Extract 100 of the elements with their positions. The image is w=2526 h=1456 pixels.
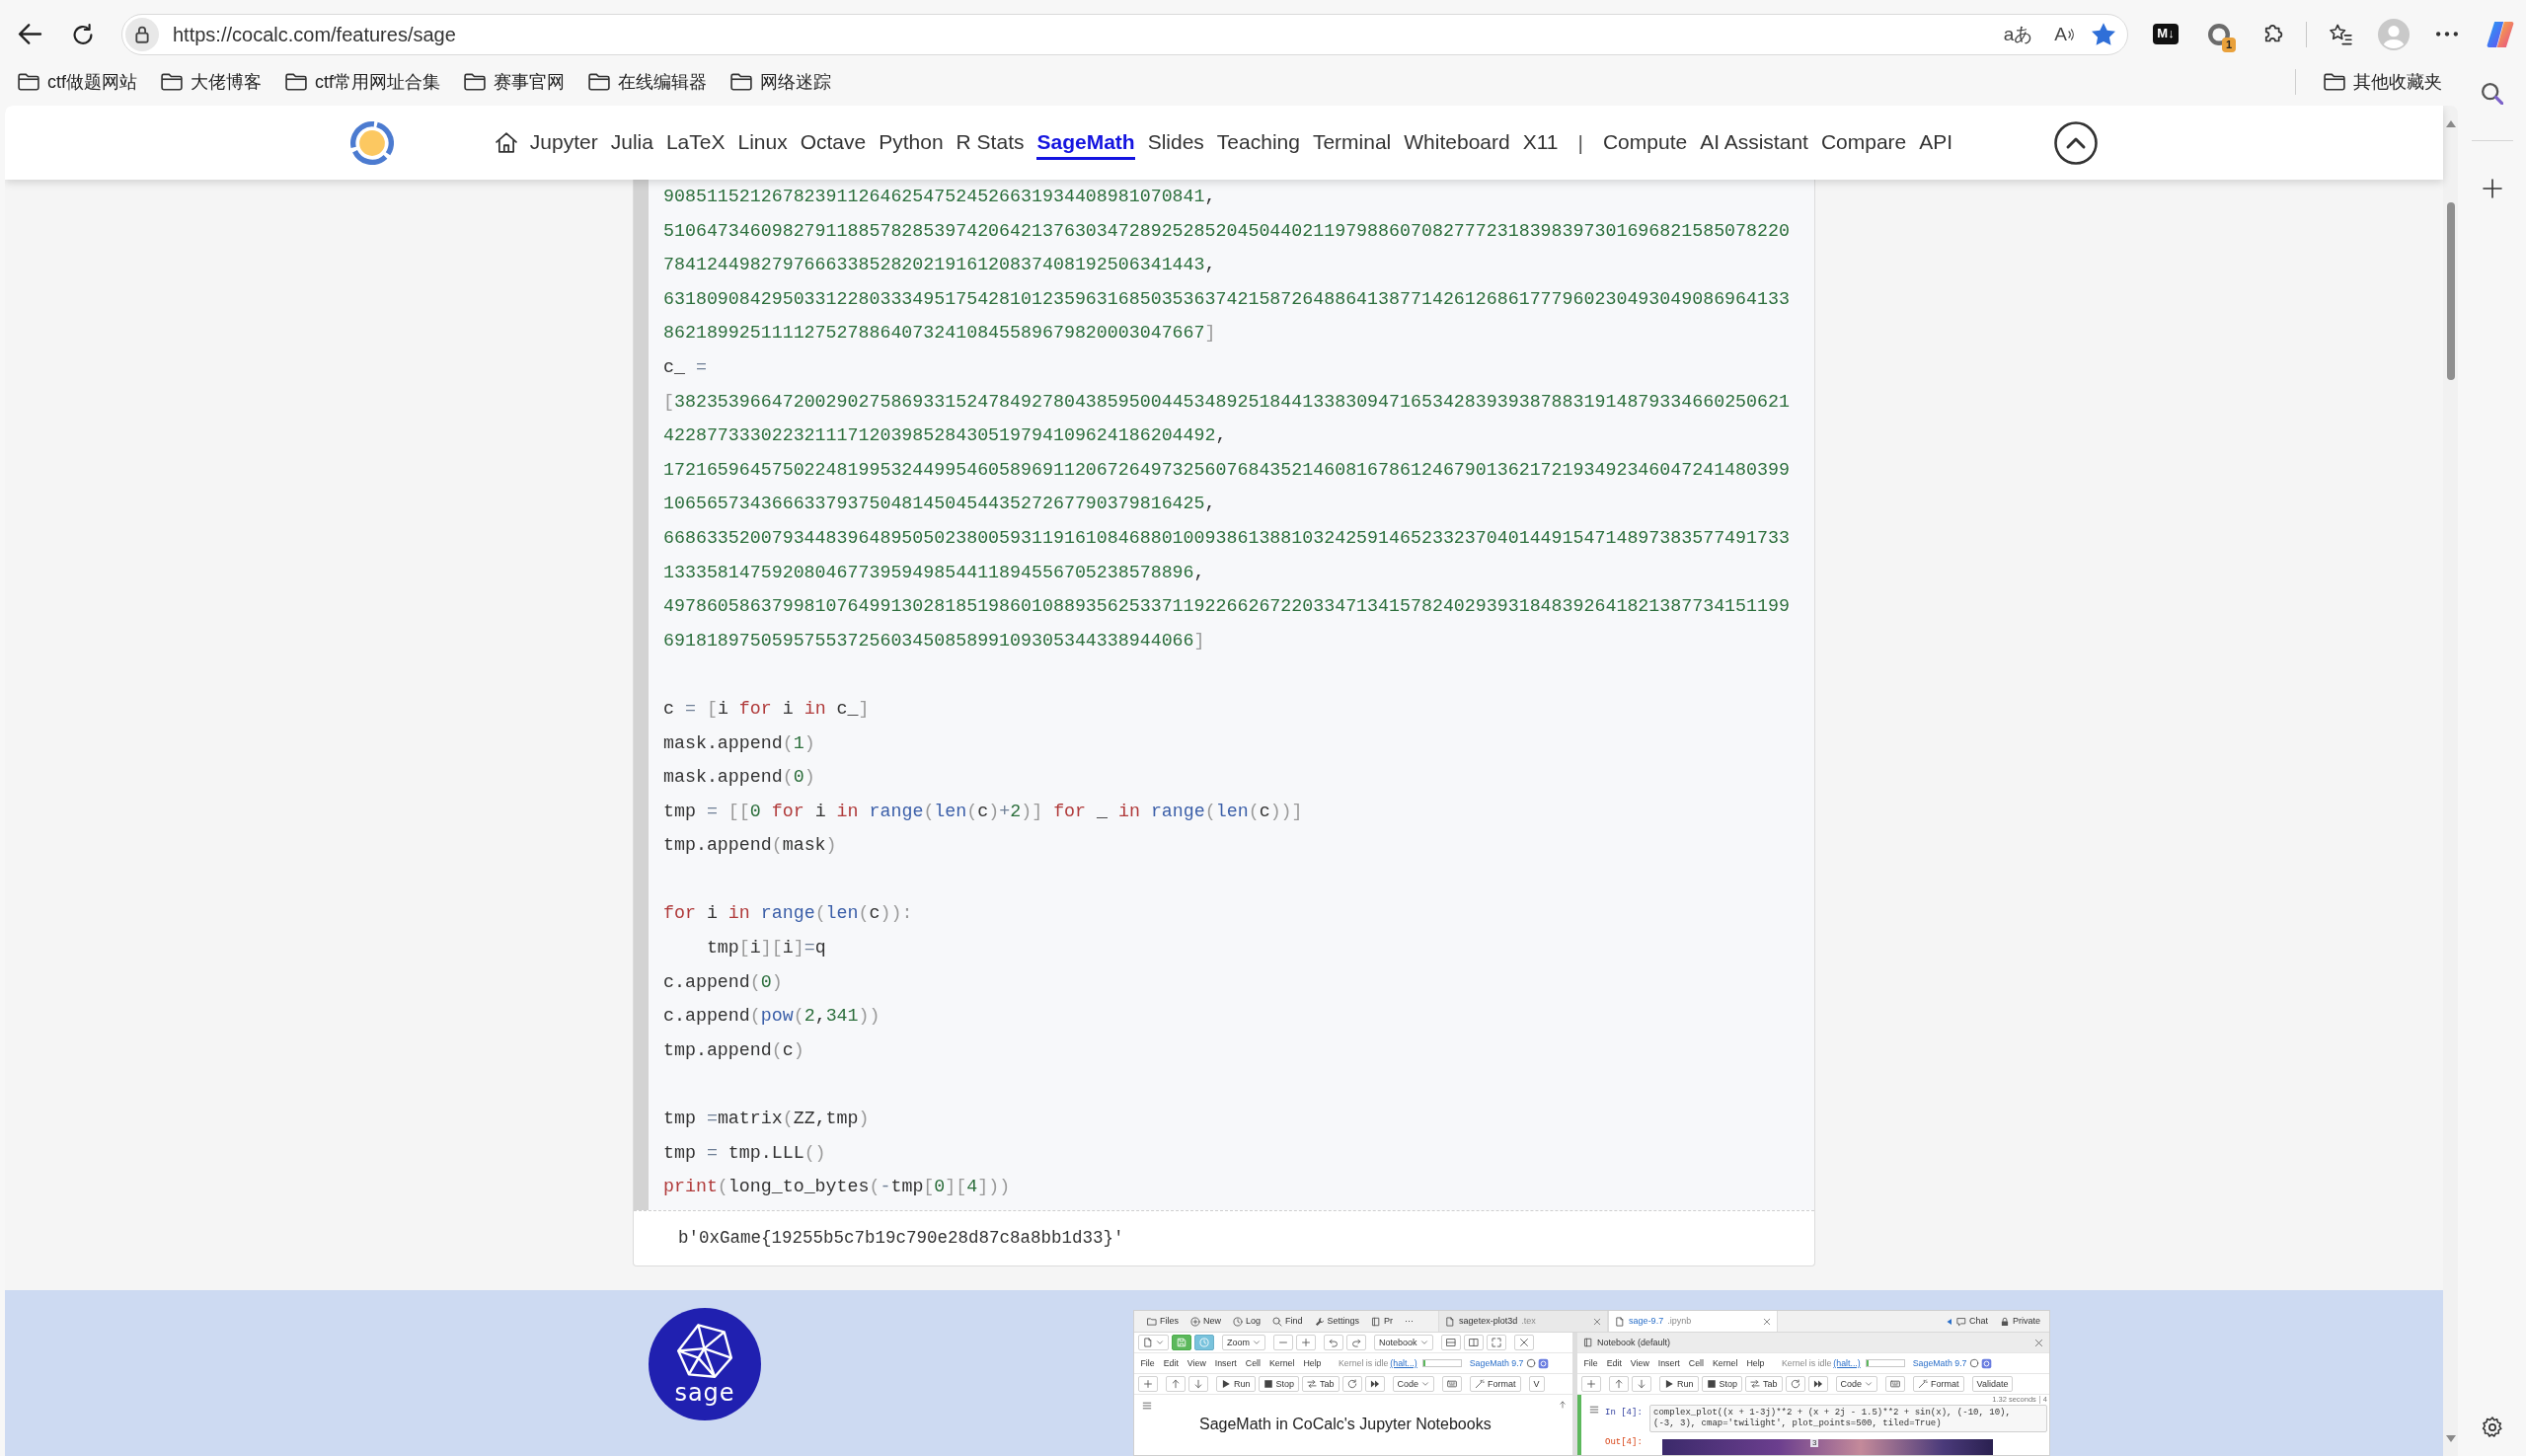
menu-item[interactable]: Help — [1742, 1358, 1768, 1368]
cell-type-button[interactable]: Code — [1835, 1376, 1878, 1392]
extension-button[interactable]: M↓ — [2153, 24, 2179, 44]
overflow-button[interactable]: ··· — [1400, 1313, 1419, 1330]
home-icon[interactable] — [495, 132, 517, 153]
bookmark-folder[interactable]: 网络迷踪 — [727, 65, 836, 99]
split-h-button[interactable] — [1440, 1335, 1461, 1350]
menu-item[interactable]: File — [1137, 1358, 1159, 1368]
new-button[interactable]: New — [1186, 1313, 1227, 1330]
view-button[interactable]: Notebook — [1374, 1335, 1433, 1350]
menu-item[interactable]: File — [1580, 1358, 1602, 1368]
site-logo[interactable] — [349, 120, 394, 165]
menu-item[interactable]: Edit — [1160, 1358, 1183, 1368]
move-down-button[interactable] — [1188, 1376, 1208, 1392]
nav-link[interactable]: Compare — [1820, 125, 1907, 160]
tab-button[interactable]: Tab — [1302, 1376, 1340, 1392]
move-up-button[interactable] — [1609, 1376, 1629, 1392]
nav-link[interactable]: Compute — [1602, 125, 1688, 160]
stop-button[interactable]: Stop — [1258, 1376, 1300, 1392]
halt-link[interactable]: (halt...) — [1833, 1358, 1861, 1368]
format-button[interactable]: Format — [1470, 1376, 1521, 1392]
zoom-in-button[interactable] — [1296, 1335, 1316, 1350]
chat-button[interactable]: Chat — [1940, 1313, 1993, 1330]
star-icon[interactable] — [2092, 23, 2115, 45]
run-all-button[interactable] — [1807, 1376, 1828, 1392]
project-button[interactable]: Pr — [1366, 1313, 1399, 1330]
search-icon[interactable] — [2481, 83, 2503, 105]
split-v-button[interactable] — [1463, 1335, 1484, 1350]
read-aloud-button[interactable]: A — [2050, 18, 2078, 50]
keyboard-button[interactable] — [1885, 1376, 1906, 1392]
nav-link[interactable]: Python — [879, 125, 944, 160]
validate-button[interactable]: V — [1528, 1376, 1545, 1392]
run-all-button[interactable] — [1364, 1376, 1385, 1392]
scrollbar-thumb[interactable] — [2446, 202, 2455, 380]
menu-item[interactable]: Insert — [1211, 1358, 1241, 1368]
nav-link[interactable]: LaTeX — [665, 125, 726, 160]
format-button[interactable]: Format — [1913, 1376, 1964, 1392]
nav-link[interactable]: Octave — [800, 125, 867, 160]
find-button[interactable]: Find — [1267, 1313, 1308, 1330]
settings-icon[interactable] — [2481, 1417, 2503, 1438]
back-icon[interactable] — [18, 24, 42, 44]
zoom-button[interactable]: Zoom — [1222, 1335, 1265, 1350]
file-tab[interactable]: sagetex-plot3d .tex — [1438, 1311, 1609, 1332]
menu-item[interactable]: Insert — [1654, 1358, 1684, 1368]
nav-link[interactable]: R Stats — [956, 125, 1025, 160]
translate-button[interactable]: aあ — [1999, 18, 2037, 50]
bookmark-folder[interactable]: 大佬博客 — [157, 65, 266, 99]
close-button[interactable] — [1513, 1335, 1534, 1350]
menu-item[interactable]: View — [1627, 1358, 1653, 1368]
run-button[interactable]: Run — [1659, 1376, 1699, 1392]
menu-item[interactable]: Edit — [1603, 1358, 1626, 1368]
nav-link[interactable]: Julia — [610, 125, 653, 160]
insert-button[interactable] — [1138, 1376, 1158, 1392]
move-up-button[interactable] — [1166, 1376, 1186, 1392]
nav-link[interactable]: Teaching — [1216, 125, 1300, 160]
kernel-name[interactable]: SageMath 9.7 — [1469, 1358, 1524, 1368]
files-button[interactable]: Files — [1142, 1313, 1184, 1330]
nav-link[interactable]: Slides — [1147, 125, 1204, 160]
chevron-up-icon[interactable] — [2054, 120, 2099, 165]
nav-link[interactable]: Whiteboard — [1404, 125, 1510, 160]
settings-button[interactable]: Settings — [1309, 1313, 1365, 1330]
file-menu-button[interactable] — [1138, 1335, 1169, 1350]
tab-button[interactable]: Tab — [1745, 1376, 1783, 1392]
move-down-button[interactable] — [1632, 1376, 1651, 1392]
more-icon[interactable] — [2436, 32, 2458, 37]
undo-button[interactable] — [1324, 1335, 1343, 1350]
bookmark-folder[interactable]: ctf常用网址合集 — [281, 65, 445, 99]
visibility-button[interactable]: Private — [1995, 1313, 2045, 1330]
menu-item[interactable]: Kernel — [1709, 1358, 1741, 1368]
favorites-icon[interactable] — [2329, 23, 2352, 45]
nav-link[interactable]: SageMath — [1036, 125, 1135, 160]
menu-item[interactable]: Cell — [1685, 1358, 1708, 1368]
halt-link[interactable]: (halt...) — [1390, 1358, 1417, 1368]
lock-icon[interactable] — [125, 17, 159, 51]
menu-item[interactable]: View — [1184, 1358, 1210, 1368]
fullscreen-button[interactable] — [1486, 1335, 1506, 1350]
keyboard-button[interactable] — [1442, 1376, 1463, 1392]
bookmark-folder[interactable]: 赛事官网 — [460, 65, 570, 99]
stop-button[interactable]: Stop — [1701, 1376, 1743, 1392]
nav-link[interactable]: X11 — [1522, 125, 1559, 160]
bookmark-folder[interactable]: ctf做题网站 — [14, 65, 141, 99]
redo-button[interactable] — [1346, 1335, 1366, 1350]
address-bar[interactable]: https://cocalc.com/features/sage aあ A — [121, 13, 2128, 55]
menu-item[interactable]: Kernel — [1265, 1358, 1298, 1368]
run-button[interactable]: Run — [1216, 1376, 1256, 1392]
menu-item[interactable]: Help — [1299, 1358, 1325, 1368]
bookmark-folder[interactable]: 在线编辑器 — [584, 65, 712, 99]
insert-button[interactable] — [1581, 1376, 1601, 1392]
nav-link[interactable]: Jupyter — [529, 125, 598, 160]
kernel-name[interactable]: SageMath 9.7 — [1912, 1358, 1967, 1368]
nav-link[interactable]: Linux — [737, 125, 788, 160]
restart-button[interactable] — [1785, 1376, 1805, 1392]
save-button[interactable] — [1172, 1335, 1191, 1350]
scrollbar[interactable] — [2443, 106, 2458, 1456]
cell-type-button[interactable]: Code — [1392, 1376, 1435, 1392]
triangle-down-icon[interactable] — [2445, 1435, 2456, 1442]
bookmark-folder[interactable]: 其他收藏夹 — [2320, 65, 2446, 99]
restart-button[interactable] — [1341, 1376, 1362, 1392]
code-input[interactable]: complex_plot((x + 1-3j)**2 + (x + 2j - 1.5)**2 + sin(x), (-10, 10), (-3, 3), cmap='twilight', plot_points=500, tiled=True) — [1649, 1404, 2047, 1432]
slanted-bars-icon[interactable] — [2487, 21, 2514, 47]
